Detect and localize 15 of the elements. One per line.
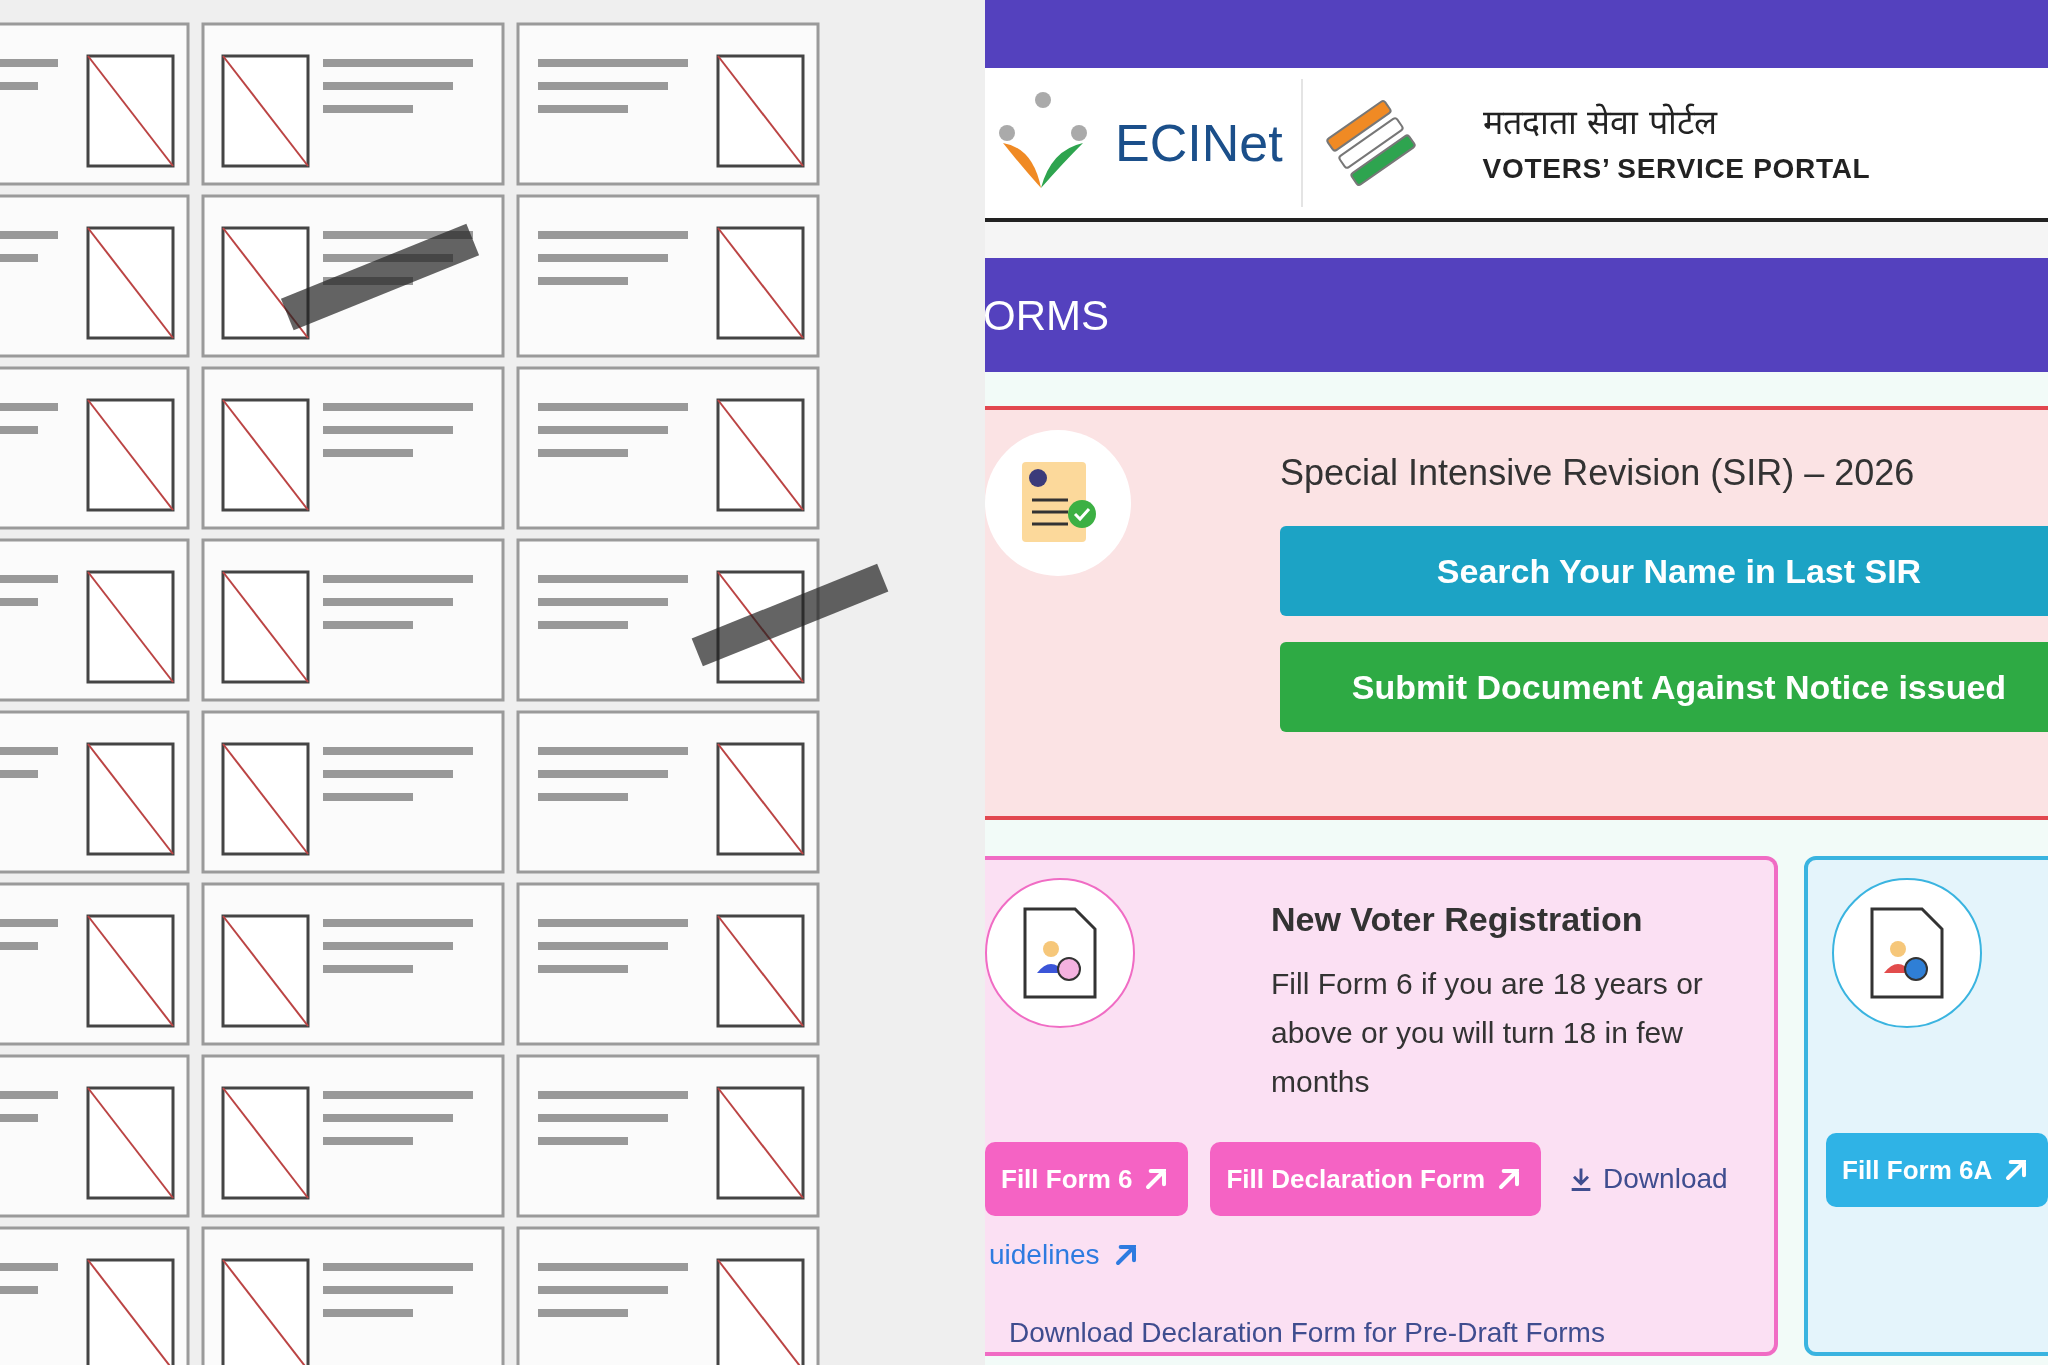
portal-title-hindi: मतदाता सेवा पोर्टल [1482, 100, 1719, 144]
fill-form-button[interactable]: Fill Form 6A [1826, 1133, 2048, 1207]
logo-text: ECINet [1115, 113, 1283, 174]
card-title: New Voter Registration [1271, 899, 1644, 940]
sir-title: Special Intensive Revision (SIR) – 2026 [1280, 451, 1916, 495]
portal-title: VOTERS’ SERVICE PORTAL [1482, 151, 1871, 186]
guidelines-link[interactable]: uidelines [985, 1234, 1142, 1276]
declaration-download-link[interactable]: Download Declaration Form for Pre-Draft Forms [985, 1312, 1774, 1354]
section-title: ORMS [985, 290, 1109, 341]
sir-button[interactable]: Search Your Name in Last SIR [1280, 526, 2048, 616]
fill-form-button[interactable]: Fill Form 6 [985, 1142, 1189, 1216]
fill-form-button[interactable]: Fill Declaration Form [1210, 1142, 1542, 1216]
sir-button[interactable]: Submit Document Against Notice issued [1280, 642, 2048, 732]
download-link[interactable]: Download [1567, 1158, 1728, 1200]
card-description: Fill Form 6 if you are 18 years or above or you will turn 18 in few months [1271, 966, 1704, 1100]
